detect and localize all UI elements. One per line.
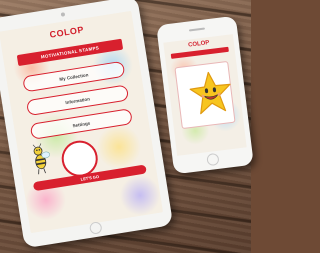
phone-home-button [206, 152, 220, 167]
phone-speaker [188, 27, 206, 32]
smiling-star-icon [189, 71, 231, 115]
app-title-banner: MOTIVATIONAL STAMPS [16, 38, 124, 67]
reward-card [174, 60, 236, 130]
tablet-screen: COLOP MOTIVATIONAL STAMPS My Collection … [0, 10, 164, 234]
tablet-home-button [88, 221, 103, 235]
tablet-camera [60, 12, 66, 17]
phone-screen: COLOP [163, 34, 247, 156]
bee-icon [32, 143, 50, 175]
